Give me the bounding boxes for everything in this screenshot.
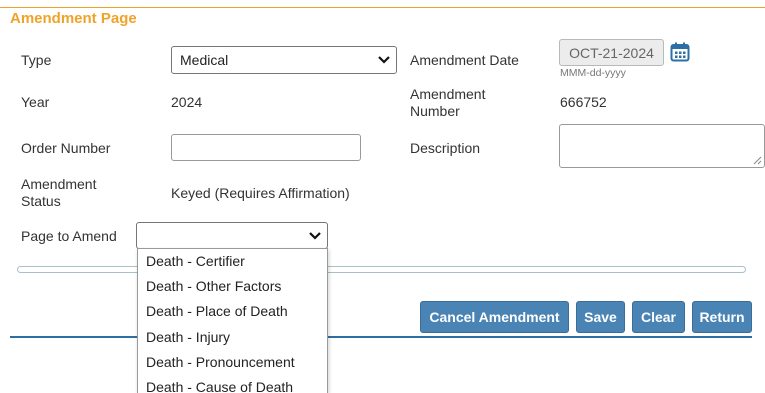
page-title: Amendment Page xyxy=(10,10,137,27)
amendment-number-value: 666752 xyxy=(560,94,607,110)
dropdown-option[interactable]: Death - Injury xyxy=(138,325,327,350)
progress-bar xyxy=(17,266,746,273)
amendment-date-label: Amendment Date xyxy=(410,52,519,68)
date-format-hint: MMM-dd-yyyy xyxy=(560,67,626,79)
description-label: Description xyxy=(410,140,481,156)
description-textarea[interactable] xyxy=(559,124,765,168)
dropdown-option[interactable]: Death - Place of Death xyxy=(138,299,327,324)
page-to-amend-dropdown[interactable]: Death - Certifier Death - Other Factors … xyxy=(137,248,328,393)
year-value: 2024 xyxy=(171,94,203,110)
dropdown-option[interactable]: Death - Cause of Death xyxy=(138,375,327,393)
order-number-input[interactable] xyxy=(171,134,361,161)
year-label: Year xyxy=(21,94,50,110)
dropdown-option[interactable]: Death - Pronouncement xyxy=(138,350,327,375)
amendment-status-value: Keyed (Requires Affirmation) xyxy=(171,185,350,201)
section-divider xyxy=(10,336,752,338)
amendment-number-label: Amendment Number xyxy=(410,86,486,119)
cancel-amendment-button[interactable]: Cancel Amendment xyxy=(420,301,569,333)
type-select[interactable]: Medical xyxy=(171,46,397,74)
type-select-value: Medical xyxy=(180,52,229,68)
chevron-down-icon xyxy=(309,231,321,240)
resize-grip-icon[interactable] xyxy=(752,155,762,165)
dropdown-option[interactable]: Death - Other Factors xyxy=(138,274,327,299)
chevron-down-icon xyxy=(378,56,390,64)
amendment-status-label: Amendment Status xyxy=(21,176,97,209)
dropdown-option[interactable]: Death - Certifier xyxy=(138,249,327,274)
header-rule xyxy=(0,7,765,8)
page-to-amend-label: Page to Amend xyxy=(21,228,117,244)
save-button[interactable]: Save xyxy=(576,301,625,333)
order-number-label: Order Number xyxy=(21,140,111,156)
clear-button[interactable]: Clear xyxy=(632,301,685,333)
page-to-amend-select[interactable] xyxy=(136,222,328,249)
calendar-icon[interactable] xyxy=(670,42,690,62)
amendment-date-input[interactable]: OCT-21-2024 xyxy=(559,39,664,66)
type-label: Type xyxy=(21,52,52,68)
return-button[interactable]: Return xyxy=(692,301,752,333)
